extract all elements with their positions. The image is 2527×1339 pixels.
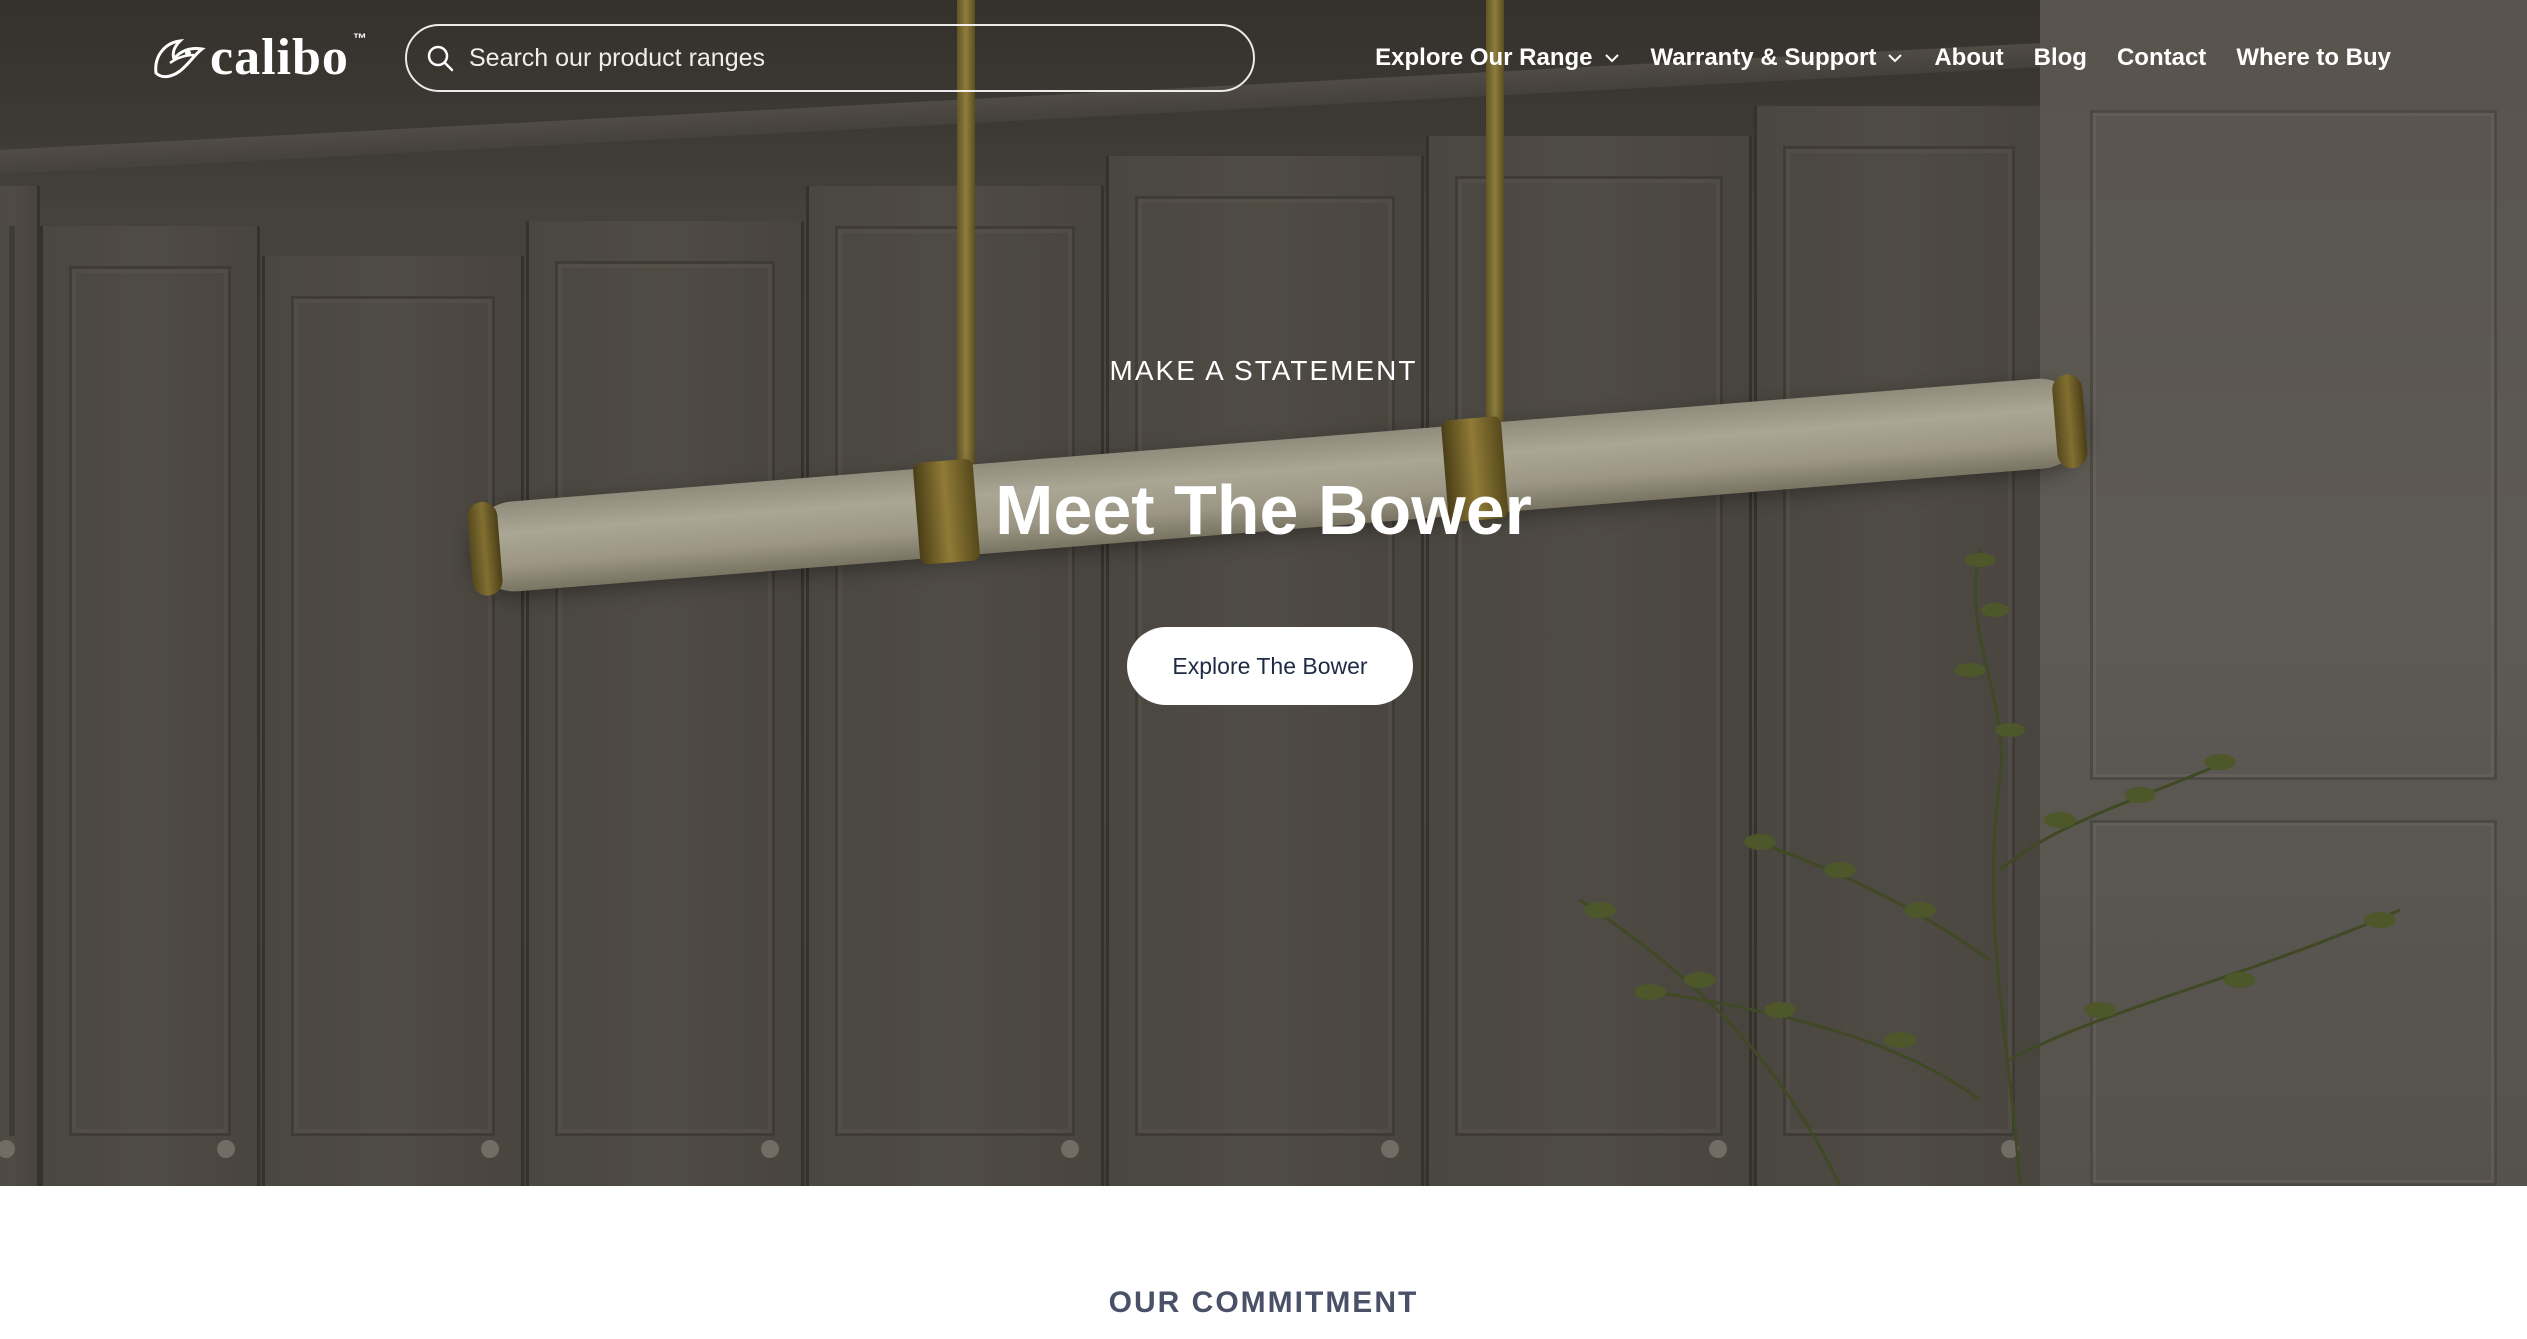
section-heading: OUR COMMITMENT xyxy=(1108,1286,1419,1319)
hero-title: Meet The Bower xyxy=(995,471,1532,549)
explore-the-bower-button[interactable]: Explore The Bower xyxy=(1127,627,1413,705)
hero-eyebrow: MAKE A STATEMENT xyxy=(1109,355,1418,386)
hero-content: MAKE A STATEMENT Meet The Bower Explore … xyxy=(0,0,2527,1186)
